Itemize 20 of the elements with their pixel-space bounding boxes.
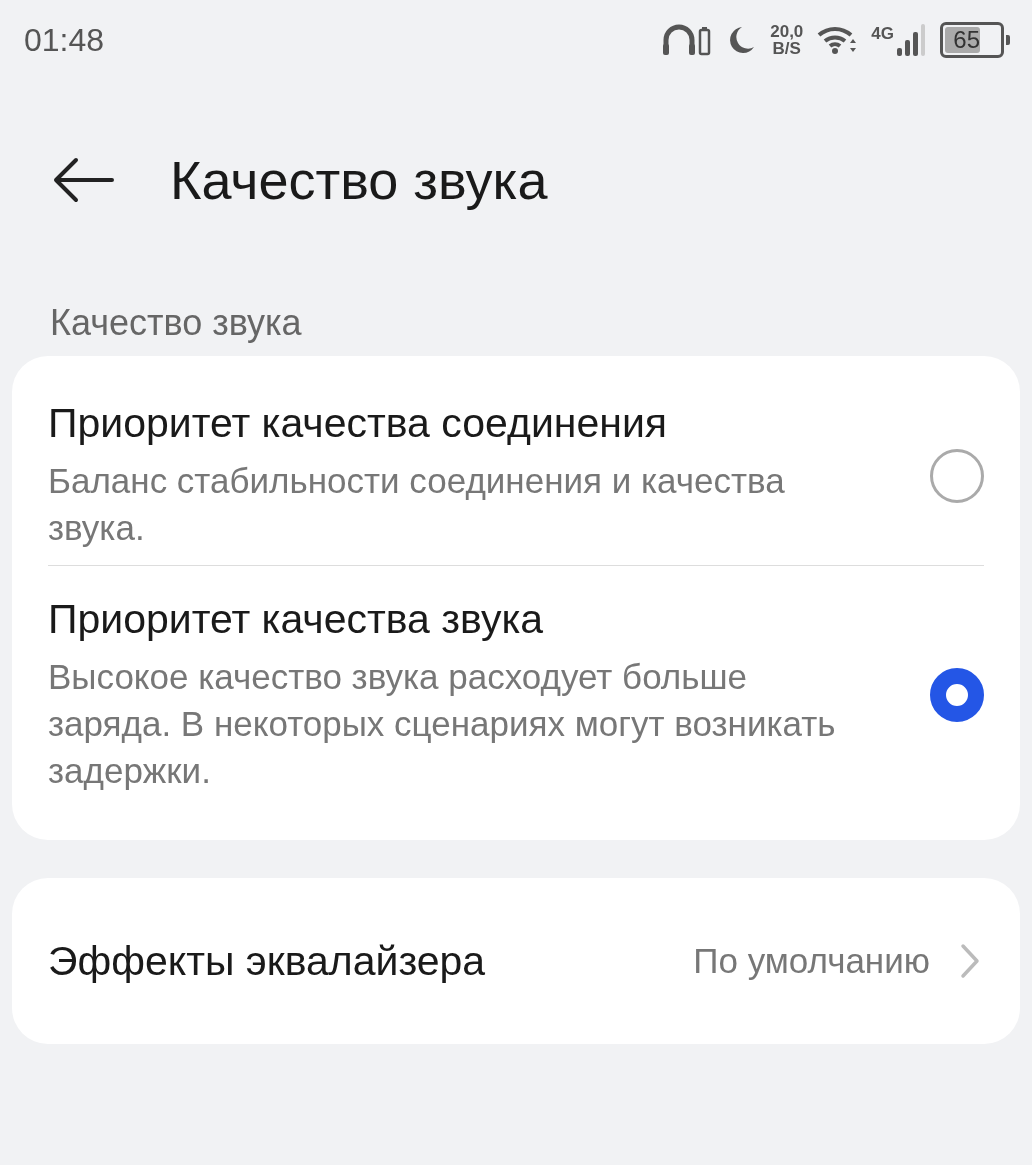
network-type: 4G bbox=[871, 24, 894, 44]
section-label: Качество звука bbox=[49, 301, 303, 345]
network-speed: 20,0 bbox=[770, 23, 804, 40]
chevron-icon bbox=[960, 943, 980, 979]
setting-label: Эффекты эквалайзера bbox=[48, 937, 487, 985]
settings-row[interactable]: Эффекты эквалайзера По умолчанию bbox=[12, 878, 1020, 1044]
option-title: Приоритет качества соединения bbox=[48, 400, 668, 447]
option-title: Приоритет качества звука bbox=[48, 596, 545, 643]
signal-icon bbox=[896, 24, 926, 56]
page-title: Качество звука bbox=[170, 149, 548, 211]
back-button[interactable] bbox=[52, 157, 114, 203]
wifi-icon bbox=[817, 25, 858, 55]
radio-button[interactable] bbox=[930, 448, 984, 503]
headphones-icon bbox=[662, 24, 713, 56]
option-description: Высокое качество звука расходует больше заряда. В некоторых сценариях могут возникать задержки. bbox=[48, 656, 837, 792]
radio-button[interactable] bbox=[930, 668, 984, 722]
speed-unit: B/S bbox=[772, 40, 801, 57]
setting-value: По умолчанию bbox=[693, 941, 930, 981]
clock: 01:48 bbox=[24, 21, 105, 59]
option-description: Баланс стабильности соединения и качества звука. bbox=[48, 460, 786, 549]
